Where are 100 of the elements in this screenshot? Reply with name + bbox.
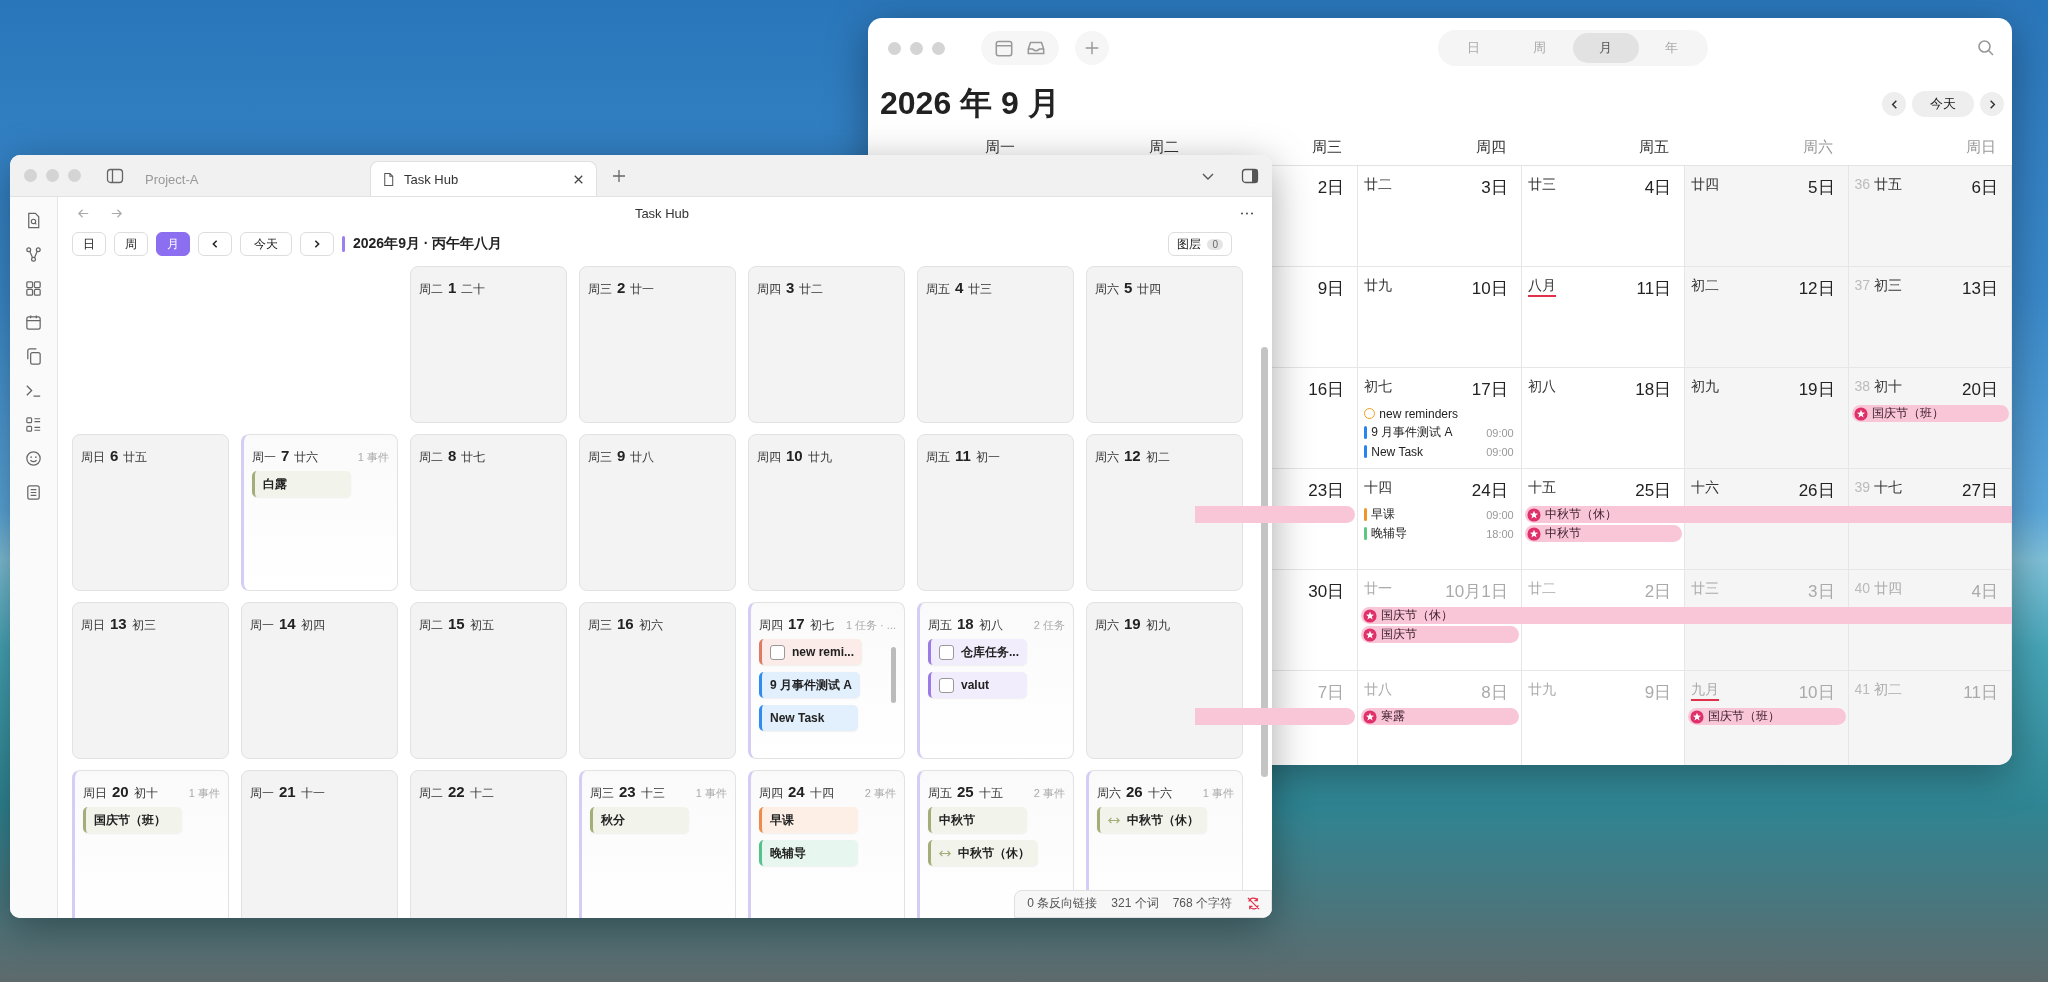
holiday-bar[interactable]: 国庆节（班） <box>1688 708 1846 725</box>
task-checkbox[interactable] <box>770 644 785 660</box>
event-title: 9 月事件测试 A <box>770 676 852 694</box>
day-cell[interactable]: 周五 4 廿三 <box>917 266 1074 423</box>
window-control-dot[interactable] <box>68 169 81 182</box>
day-cell[interactable]: 周六 12 初二 <box>1086 434 1243 591</box>
new-tab-icon[interactable] <box>611 167 627 184</box>
day-cell[interactable]: 周四 3 廿二 <box>748 266 905 423</box>
next-button[interactable] <box>300 232 334 256</box>
window-control-dot[interactable] <box>24 169 37 182</box>
weekday-label: 周日 <box>83 786 107 801</box>
lunar-date: 十三 <box>640 786 665 801</box>
event-chip[interactable]: 白露 <box>252 471 351 497</box>
view-button[interactable]: 月 <box>156 232 190 256</box>
event-chip[interactable]: 中秋节（休） <box>928 840 1038 866</box>
lunar-date: 廿七 <box>461 450 486 465</box>
day-cell[interactable]: 周六 5 廿四 <box>1086 266 1243 423</box>
event-chip[interactable]: New Task <box>759 705 858 731</box>
task-chip[interactable]: new remi... <box>759 639 863 665</box>
previous-month-button[interactable] <box>1882 92 1906 116</box>
day-cell[interactable]: 周日 20 初十 1 事件 国庆节（班） <box>72 770 229 918</box>
weekday-label: 周三 <box>588 282 612 297</box>
layers-button[interactable]: 图层 0 <box>1168 232 1232 256</box>
day-cell[interactable]: 周一 21 十一 <box>241 770 398 918</box>
checklist-icon[interactable] <box>24 415 43 434</box>
today-button[interactable]: 今天 <box>240 232 292 256</box>
add-button[interactable] <box>1075 31 1109 65</box>
document-list-icon[interactable] <box>24 483 43 502</box>
event-title[interactable]: New Task <box>1371 444 1483 459</box>
day-cell[interactable]: 周四 17 初七 1 任务 · ... new remi... 9 月事件测试 A New Task <box>748 602 905 759</box>
task-checkbox[interactable] <box>939 677 954 693</box>
day-cell[interactable]: 周六 19 初九 <box>1086 602 1243 759</box>
event-chip[interactable]: 国庆节（班） <box>83 807 182 833</box>
holiday-bar[interactable]: 国庆节（休） <box>1361 607 2012 624</box>
window-control-dot[interactable] <box>46 169 59 182</box>
day-cell[interactable]: 周二 15 初五 <box>410 602 567 759</box>
lunar-date: 初二 <box>1691 277 1720 295</box>
lunar-date: 十一 <box>300 786 325 801</box>
day-cell[interactable]: 周三 16 初六 <box>579 602 736 759</box>
window-control-dot[interactable] <box>932 41 945 55</box>
task-chip[interactable]: 仓库任务... <box>928 639 1027 665</box>
day-cell[interactable]: 周四 24 十四 2 事件 早课 晚辅导 <box>748 770 905 918</box>
view-button[interactable]: 周 <box>114 232 148 256</box>
scrollbar[interactable] <box>891 647 896 703</box>
holiday-bar[interactable]: 国庆节（班） <box>1851 405 2009 422</box>
day-number: 15 <box>448 615 465 632</box>
search-icon[interactable] <box>1976 38 1996 58</box>
copy-icon[interactable] <box>24 347 43 366</box>
day-cell[interactable]: 周四 10 廿九 <box>748 434 905 591</box>
day-cell[interactable]: 周二 1 二十 <box>410 266 567 423</box>
day-number: 26日 <box>1798 480 1835 502</box>
window-control-dot[interactable] <box>888 41 901 55</box>
more-options-icon[interactable] <box>1240 210 1254 216</box>
day-cell[interactable]: 周五 18 初八 2 任务 仓库任务... valut <box>917 602 1074 759</box>
scrollbar[interactable] <box>1261 347 1268 777</box>
lunar-date: 廿三 <box>968 282 993 297</box>
next-month-button[interactable] <box>1980 92 2004 116</box>
event-chip[interactable]: 9 月事件测试 A <box>759 672 860 698</box>
event-chip[interactable]: 早课 <box>759 807 858 833</box>
event-title[interactable]: 9 月事件测试 A <box>1371 424 1483 441</box>
sync-off-icon[interactable] <box>1246 896 1261 911</box>
day-number: 11 <box>955 447 971 464</box>
day-number: 14 <box>279 615 296 632</box>
day-cell[interactable]: 周二 8 廿七 <box>410 434 567 591</box>
reminder-title[interactable]: new reminders <box>1379 406 1514 421</box>
holiday-bar[interactable]: 国庆节 <box>1361 626 1519 643</box>
calendar-icon[interactable] <box>24 313 43 332</box>
day-cell[interactable]: 周二 22 十二 <box>410 770 567 918</box>
view-tab[interactable]: 月 <box>1572 33 1639 63</box>
day-cell[interactable]: 周五 11 初一 <box>917 434 1074 591</box>
day-cell[interactable]: 周三 9 廿八 <box>579 434 736 591</box>
day-cell[interactable]: 周三 23 十三 1 事件 秋分 <box>579 770 736 918</box>
previous-button[interactable] <box>198 232 232 256</box>
holiday-title: 国庆节（休） <box>1381 607 1454 624</box>
holiday-bar[interactable]: 寒露 <box>1361 708 1519 725</box>
day-cell[interactable]: 周日 13 初三 <box>72 602 229 759</box>
today-button[interactable]: 今天 <box>1912 91 1974 117</box>
window-control-dot[interactable] <box>910 41 923 55</box>
event-title[interactable]: 早课 <box>1371 506 1483 523</box>
task-checkbox[interactable] <box>939 644 954 660</box>
event-title[interactable]: 晚辅导 <box>1371 525 1483 542</box>
event-chip[interactable]: 秋分 <box>590 807 689 833</box>
holiday-bar[interactable]: 中秋节 <box>1524 525 1683 542</box>
tab[interactable]: Task Hub <box>370 161 597 196</box>
view-button[interactable]: 日 <box>72 232 106 256</box>
day-cell[interactable]: 周一 14 初四 <box>241 602 398 759</box>
holiday-bar[interactable]: 中秋节（休） <box>1524 506 2012 523</box>
lunar-date: 初七 <box>809 618 834 633</box>
grid-icon[interactable] <box>24 279 43 298</box>
graph-icon[interactable] <box>24 245 43 264</box>
tab-label[interactable]: Task Hub <box>404 171 563 187</box>
event-chip[interactable]: 中秋节 <box>928 807 1027 833</box>
task-chip[interactable]: valut <box>928 672 1027 698</box>
day-cell[interactable]: 周三 2 廿一 <box>579 266 736 423</box>
event-chip[interactable]: 晚辅导 <box>759 840 858 866</box>
day-cell[interactable]: 周日 6 廿五 <box>72 434 229 591</box>
smiley-icon[interactable] <box>24 449 43 468</box>
day-number: 24日 <box>1471 480 1508 502</box>
day-cell[interactable]: 周一 7 廿六 1 事件 白露 <box>241 434 398 591</box>
event-chip[interactable]: 中秋节（休） <box>1097 807 1207 833</box>
